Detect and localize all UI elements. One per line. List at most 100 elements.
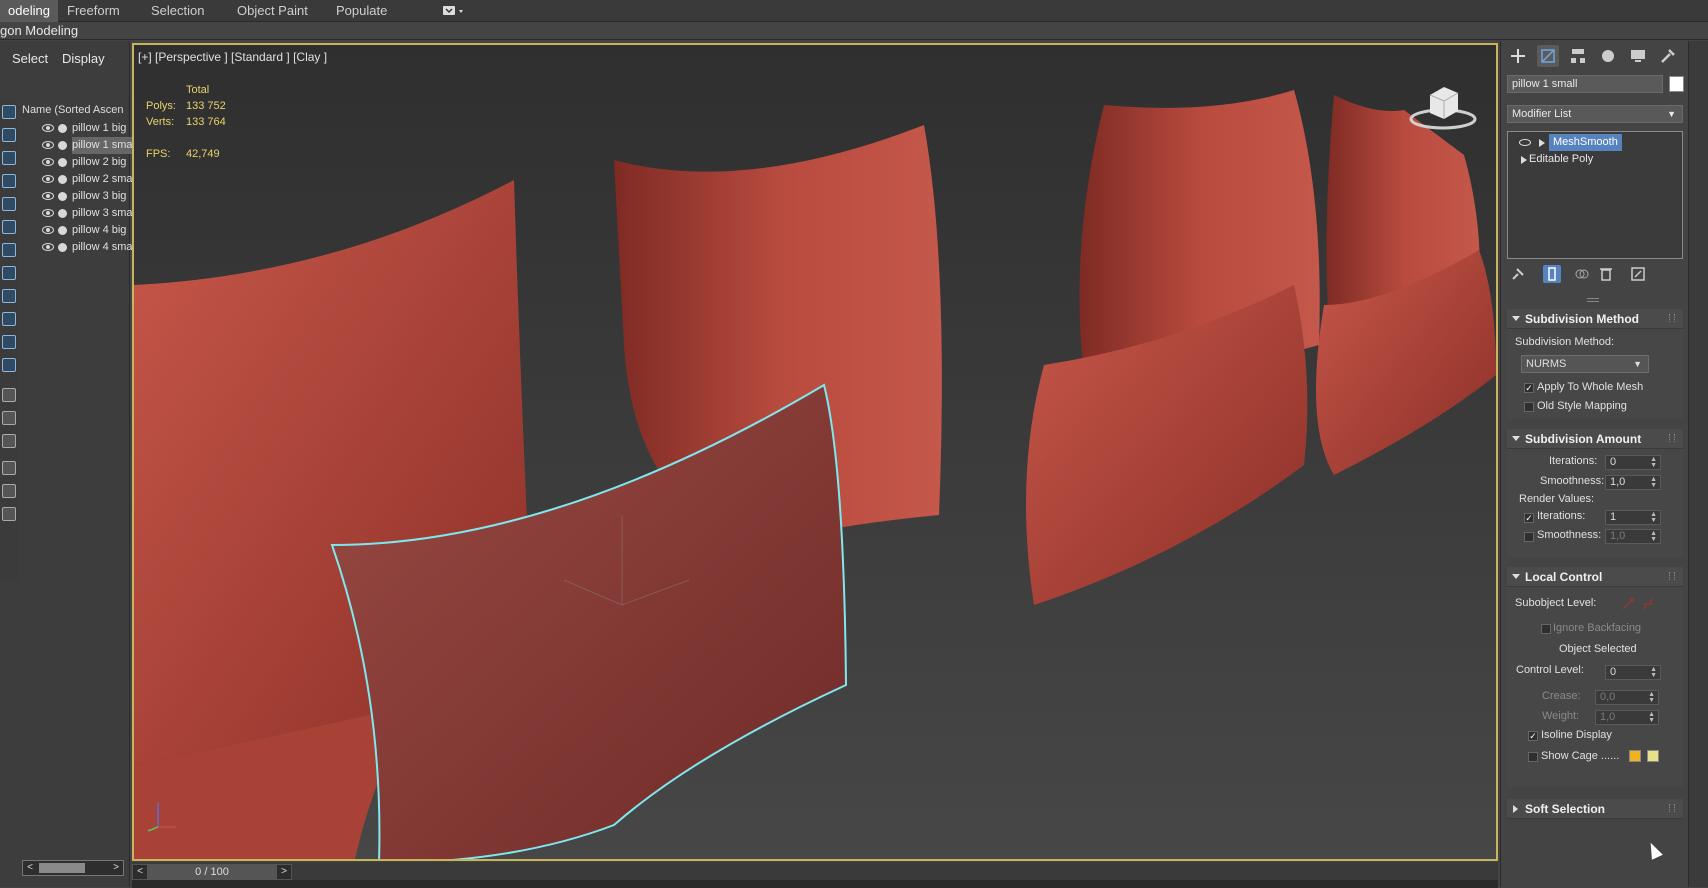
utilities-icon[interactable]	[1657, 45, 1679, 67]
modifier-list-dropdown[interactable]: Modifier List ▼	[1507, 105, 1683, 123]
old-style-mapping-label[interactable]: Old Style Mapping	[1537, 400, 1627, 412]
isoline-display-label[interactable]: Isoline Display	[1541, 729, 1612, 741]
cage-color-swatch-1[interactable]	[1629, 750, 1641, 762]
crease-spinner[interactable]: 0,0 ▲ ▼	[1595, 690, 1659, 705]
trash-icon[interactable]	[1597, 265, 1615, 283]
object-name-field[interactable]: pillow 1 small	[1507, 75, 1663, 93]
drag-handle-icon[interactable]	[1669, 804, 1675, 812]
tab-selection[interactable]: Selection	[143, 0, 212, 22]
tab-modeling[interactable]: odeling	[0, 0, 58, 22]
tab-populate[interactable]: Populate	[328, 0, 395, 22]
next-frame-icon[interactable]: >	[277, 865, 291, 879]
panel-resize-handle[interactable]	[1587, 298, 1599, 302]
spinner-arrows-icon[interactable]: ▲ ▼	[1650, 666, 1657, 679]
pin-icon[interactable]	[1509, 265, 1527, 283]
list-item[interactable]: pillow 4 big	[38, 222, 128, 239]
object-color-swatch[interactable]	[1669, 76, 1684, 92]
soft-selection-header[interactable]: Soft Selection	[1507, 799, 1683, 819]
ignore-backfacing-checkbox[interactable]	[1541, 624, 1551, 634]
explorer-menu-display[interactable]: Display	[62, 51, 105, 66]
secondary-panel-edge[interactable]	[1688, 41, 1708, 887]
list-item[interactable]: pillow 2 big	[38, 154, 128, 171]
viewcube-icon[interactable]	[1408, 75, 1478, 135]
viewport-scene[interactable]	[134, 45, 1498, 861]
viewport-label[interactable]: [+] [Perspective ] [Standard ] [Clay ]	[138, 50, 327, 64]
local-control-header[interactable]: Local Control	[1507, 567, 1683, 587]
render-iterations-spinner[interactable]: 1 ▲ ▼	[1605, 510, 1661, 525]
tab-freeform[interactable]: Freeform	[59, 0, 128, 22]
eye-icon[interactable]	[42, 124, 54, 132]
groups-icon[interactable]	[2, 243, 16, 257]
modifier-stack[interactable]: MeshSmooth Editable Poly	[1507, 131, 1683, 259]
list-item[interactable]: pillow 3 small	[38, 205, 137, 222]
spinner-arrows-icon[interactable]: ▲ ▼	[1650, 456, 1657, 469]
subdivision-method-dropdown[interactable]: NURMS ▼	[1521, 355, 1649, 373]
eye-icon[interactable]	[42, 158, 54, 166]
list-item[interactable]: pillow 2 small	[38, 171, 137, 188]
list-item[interactable]: pillow 3 big	[38, 188, 128, 205]
show-cage-checkbox[interactable]	[1528, 752, 1538, 762]
render-smoothness-spinner[interactable]: 1,0 ▲ ▼	[1605, 529, 1661, 544]
perspective-viewport[interactable]: [+] [Perspective ] [Standard ] [Clay ] T…	[132, 43, 1498, 861]
apply-whole-mesh-checkbox[interactable]: ✓	[1524, 383, 1534, 393]
drag-handle-icon[interactable]	[1669, 434, 1675, 442]
subdivision-method-header[interactable]: Subdivision Method	[1507, 309, 1683, 329]
subobject-level-icons[interactable]	[1621, 597, 1657, 611]
list-item[interactable]: pillow 1 small	[38, 137, 162, 154]
manage-sets-icon[interactable]	[2, 507, 16, 521]
list-item[interactable]: pillow 4 small	[38, 239, 137, 256]
scroll-left-icon[interactable]: <	[23, 861, 37, 875]
display-shapes-icon[interactable]	[2, 128, 16, 142]
scroll-right-icon[interactable]: >	[109, 861, 123, 875]
spinner-arrows-icon[interactable]: ▲ ▼	[1650, 511, 1657, 524]
eye-icon[interactable]	[42, 243, 54, 251]
configure-modifier-sets-icon[interactable]	[1629, 265, 1647, 283]
polygon-modeling-label[interactable]: gon Modeling	[0, 23, 78, 38]
camera-icon[interactable]	[2, 174, 16, 188]
eye-icon[interactable]	[42, 209, 54, 217]
stack-item-meshsmooth[interactable]: MeshSmooth	[1509, 134, 1681, 151]
display-icon[interactable]	[1627, 45, 1649, 67]
tab-object-paint[interactable]: Object Paint	[229, 0, 316, 22]
expand-icon[interactable]	[1539, 139, 1545, 147]
ribbon-options-icon[interactable]	[442, 5, 466, 17]
eye-icon[interactable]	[42, 175, 54, 183]
scrollbar-thumb[interactable]	[39, 863, 85, 873]
ignore-backfacing-label[interactable]: Ignore Backfacing	[1553, 622, 1641, 634]
layer-view-icon[interactable]	[2, 411, 16, 425]
display-geometry-icon[interactable]	[2, 105, 16, 119]
previous-frame-icon[interactable]: <	[133, 865, 147, 879]
weight-spinner[interactable]: 1,0 ▲ ▼	[1595, 710, 1659, 725]
hierarchy-icon[interactable]	[1567, 45, 1589, 67]
spinner-arrows-icon[interactable]: ▲ ▼	[1648, 711, 1655, 724]
eye-icon[interactable]	[1519, 139, 1531, 146]
space-warps-icon[interactable]	[2, 220, 16, 234]
light-bulb-icon[interactable]	[2, 151, 16, 165]
modify-icon[interactable]	[1537, 45, 1559, 67]
xrefs-icon[interactable]	[2, 266, 16, 280]
eye-icon[interactable]	[2, 358, 16, 372]
spinner-arrows-icon[interactable]: ▲ ▼	[1650, 530, 1657, 543]
spinner-arrows-icon[interactable]: ▲ ▼	[1648, 691, 1655, 704]
render-smoothness-checkbox[interactable]	[1524, 532, 1534, 542]
list-item[interactable]: pillow 1 big	[38, 120, 128, 137]
name-column-header[interactable]: Name (Sorted Ascen	[22, 101, 128, 119]
iterations-spinner[interactable]: 0 ▲ ▼	[1605, 455, 1661, 470]
filter-selected-icon[interactable]	[2, 484, 16, 498]
create-icon[interactable]	[1507, 45, 1529, 67]
spinner-arrows-icon[interactable]: ▲ ▼	[1650, 476, 1657, 489]
eye-icon[interactable]	[42, 192, 54, 200]
eye-icon[interactable]	[42, 141, 54, 149]
drag-handle-icon[interactable]	[1669, 314, 1675, 322]
show-cage-label[interactable]: Show Cage ......	[1541, 750, 1619, 762]
eye-icon[interactable]	[42, 226, 54, 234]
explorer-scrollbar[interactable]: < >	[22, 860, 124, 876]
bones-icon[interactable]	[2, 289, 16, 303]
time-slider[interactable]: < 0 / 100 >	[132, 864, 292, 880]
smoothness-spinner[interactable]: 1,0 ▲ ▼	[1605, 475, 1661, 490]
helpers-icon[interactable]	[2, 197, 16, 211]
filter-icon[interactable]	[2, 461, 16, 475]
control-level-spinner[interactable]: 0 ▲ ▼	[1605, 665, 1661, 680]
particles-icon[interactable]	[2, 335, 16, 349]
isoline-display-checkbox[interactable]: ✓	[1528, 731, 1538, 741]
